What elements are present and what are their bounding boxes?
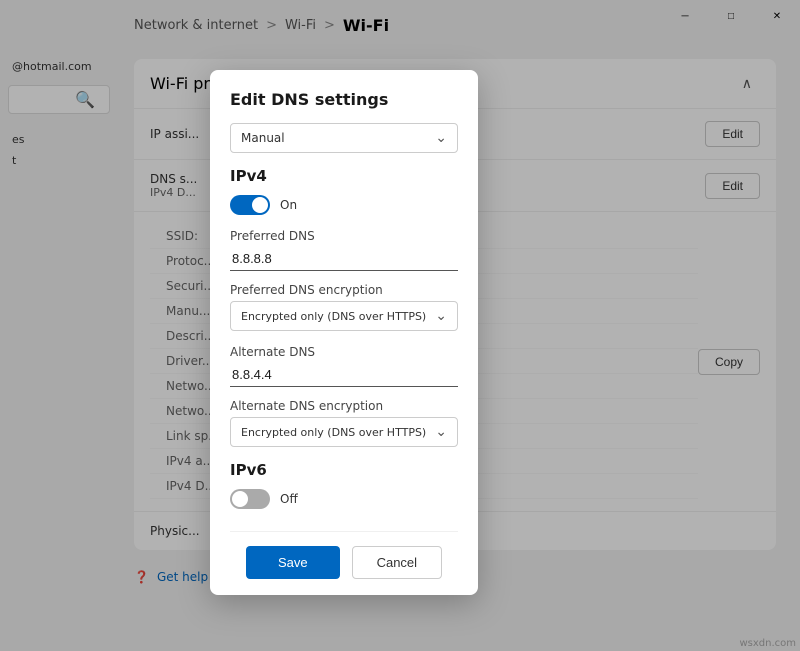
ipv4-toggle-label: On xyxy=(280,198,297,212)
ipv6-toggle-knob xyxy=(232,491,248,507)
ipv6-toggle-row: Off xyxy=(230,489,458,509)
save-button[interactable]: Save xyxy=(246,546,340,579)
preferred-enc-label: Preferred DNS encryption xyxy=(230,283,458,297)
dialog-footer: Save Cancel xyxy=(230,531,458,595)
dialog-title: Edit DNS settings xyxy=(230,90,458,109)
alternate-dns-label: Alternate DNS xyxy=(230,345,458,359)
chevron-down-icon xyxy=(435,130,447,146)
ipv4-toggle[interactable] xyxy=(230,195,270,215)
preferred-dns-input[interactable] xyxy=(230,247,458,271)
ipv6-toggle-label: Off xyxy=(280,492,298,506)
alternate-enc-label: Alternate DNS encryption xyxy=(230,399,458,413)
alternate-dns-input[interactable] xyxy=(230,363,458,387)
dns-mode-dropdown[interactable]: Manual xyxy=(230,123,458,153)
dns-mode-value: Manual xyxy=(241,131,285,145)
alternate-enc-chevron-icon xyxy=(435,424,447,440)
ipv4-toggle-row: On xyxy=(230,195,458,215)
dialog-content: Edit DNS settings Manual IPv4 On Preferr… xyxy=(230,90,458,523)
preferred-enc-value: Encrypted only (DNS over HTTPS) xyxy=(241,310,426,323)
cancel-button[interactable]: Cancel xyxy=(352,546,442,579)
ipv4-heading: IPv4 xyxy=(230,167,458,185)
preferred-enc-dropdown[interactable]: Encrypted only (DNS over HTTPS) xyxy=(230,301,458,331)
edit-dns-dialog: Edit DNS settings Manual IPv4 On Preferr… xyxy=(210,70,478,595)
ipv6-heading: IPv6 xyxy=(230,461,458,479)
toggle-knob xyxy=(252,197,268,213)
alternate-enc-dropdown[interactable]: Encrypted only (DNS over HTTPS) xyxy=(230,417,458,447)
alternate-enc-value: Encrypted only (DNS over HTTPS) xyxy=(241,426,426,439)
ipv6-toggle[interactable] xyxy=(230,489,270,509)
preferred-enc-chevron-icon xyxy=(435,308,447,324)
preferred-dns-label: Preferred DNS xyxy=(230,229,458,243)
